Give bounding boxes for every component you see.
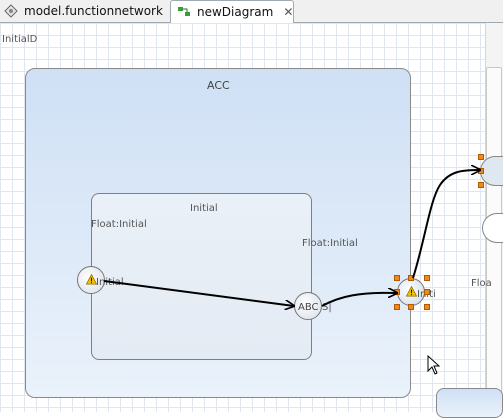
initial-title: Initial: [190, 203, 218, 214]
selection-handle[interactable]: [478, 154, 484, 160]
selection-handle[interactable]: [424, 304, 430, 310]
selection-handle[interactable]: [408, 304, 414, 310]
selection-handle[interactable]: [394, 304, 400, 310]
float-initial-right-label: Float:Initial: [302, 238, 358, 249]
selection-handle[interactable]: [394, 275, 400, 281]
mouse-pointer-icon: [427, 355, 441, 375]
close-icon[interactable]: ✕: [283, 5, 293, 19]
port-initial-label: Initial: [96, 277, 124, 288]
tab-newdiagram[interactable]: newDiagram ✕: [170, 0, 294, 23]
tab-label: model.functionnetwork: [24, 4, 163, 18]
warning-icon: [406, 286, 417, 297]
abc-port-suffix: S|: [322, 302, 332, 313]
model-icon: [4, 4, 18, 18]
selection-handle[interactable]: [478, 168, 484, 174]
selection-handle[interactable]: [394, 289, 400, 295]
diagram-icon: [177, 5, 191, 19]
editor-tab-bar: model.functionnetwork newDiagram ✕: [0, 0, 503, 23]
selection-handle[interactable]: [424, 289, 430, 295]
tab-model-functionnetwork[interactable]: model.functionnetwork: [0, 0, 170, 22]
selection-handle[interactable]: [478, 182, 484, 188]
acc-title: ACC: [207, 79, 230, 92]
canvas-corner-label: InitialD: [2, 34, 38, 45]
external-container[interactable]: [436, 388, 503, 418]
selection-handle[interactable]: [408, 275, 414, 281]
selection-handle[interactable]: [424, 275, 430, 281]
tab-label: newDiagram: [197, 5, 274, 19]
abc-port-label: ABC: [298, 302, 319, 313]
float-clipped-label: Floa: [471, 278, 492, 289]
float-initial-left-label: Float:Initial: [91, 219, 147, 230]
